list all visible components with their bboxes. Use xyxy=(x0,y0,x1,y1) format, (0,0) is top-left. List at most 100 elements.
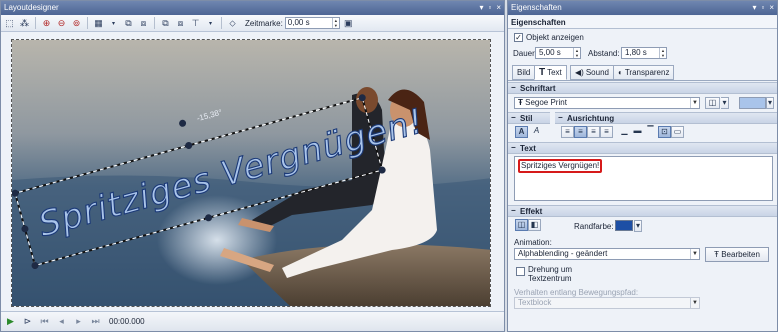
play-icon[interactable]: ▶ xyxy=(4,315,17,328)
panel-close-button[interactable]: × xyxy=(496,1,501,15)
shadow-effect-icon[interactable]: ◧ xyxy=(528,219,541,231)
edit-text-icon: Ŧ xyxy=(714,250,719,259)
animation-select[interactable]: Alphablending - geändert ▼ xyxy=(514,248,700,260)
bewegungspfad-select[interactable]: Textblock ▼ xyxy=(514,297,700,309)
layoutdesigner-panel: Layoutdesigner ▾ ▫ × ⬚ ⁂ ⊕ ⊖ ⊚ ▦ ▾ ⧉ ⧈ ⧉… xyxy=(0,0,505,332)
bearbeiten-button[interactable]: Ŧ Bearbeiten xyxy=(705,247,769,262)
select-tool-icon[interactable]: ⬚ xyxy=(3,17,16,30)
valign-middle-icon[interactable]: ▬ xyxy=(631,126,644,138)
font-select[interactable]: Ŧ Segoe Print ▼ xyxy=(514,97,700,109)
grid-icon[interactable]: ▦ xyxy=(92,17,105,30)
tab-sound[interactable]: ◀) Sound xyxy=(570,65,614,80)
go-end-icon[interactable]: ⏭ xyxy=(89,315,102,328)
valign-bottom-icon[interactable]: ▔ xyxy=(644,126,657,138)
animation-label: Animation: xyxy=(514,238,552,247)
outline-effect-icon[interactable]: ◫ xyxy=(515,219,528,231)
speaker-icon: ◀) xyxy=(575,68,584,77)
tab-sound-label: Sound xyxy=(585,68,609,77)
save-icon[interactable]: ▣ xyxy=(342,17,355,30)
ausrichtung-header[interactable]: Ausrichtung xyxy=(555,112,777,124)
tab-transparenz[interactable]: ◐ Transparenz xyxy=(613,65,675,80)
animation-select-value: Alphablending - geändert xyxy=(518,249,608,258)
group-icon[interactable]: ⁂ xyxy=(18,17,31,30)
chevron-down-icon: ▼ xyxy=(690,98,699,108)
paste-position-icon[interactable]: ⧈ xyxy=(137,17,150,30)
man-head xyxy=(356,87,378,113)
playback-bar: ▶ ⊳ ⏮ ◂ ▸ ⏭ 00:00.000 xyxy=(1,311,504,331)
bold-button[interactable]: A xyxy=(515,126,528,138)
schriftart-header[interactable]: Schriftart xyxy=(508,82,777,94)
dropdown-arrow-icon[interactable]: ▾ xyxy=(204,17,217,30)
valign-top-icon[interactable]: ▁ xyxy=(618,126,631,138)
objekt-anzeigen-row[interactable]: ✓ Objekt anzeigen xyxy=(514,33,584,42)
distribute-icon[interactable]: ⧈ xyxy=(174,17,187,30)
font-color-picker[interactable] xyxy=(739,97,766,109)
tab-transparenz-label: Transparenz xyxy=(624,68,670,77)
text-section-header[interactable]: Text xyxy=(508,142,777,154)
panel-close-button[interactable]: × xyxy=(769,1,774,15)
layout-canvas[interactable]: -15,38° Spritziges Vergnügen! xyxy=(11,39,491,307)
panel-menu-button[interactable]: ▾ xyxy=(479,1,483,15)
font-select-value: Segoe Print xyxy=(525,98,567,107)
abstand-spinner[interactable]: ▲ ▼ xyxy=(659,48,666,58)
copy-position-icon[interactable]: ⧉ xyxy=(122,17,135,30)
eigenschaften-titlebar: Eigenschaften ▾ ▫ × xyxy=(508,1,777,15)
drehung-checkbox[interactable] xyxy=(516,267,525,276)
stil-header[interactable]: Stil xyxy=(508,112,550,124)
keyframe-icon[interactable]: ⬦ xyxy=(226,17,239,30)
dauer-label: Dauer: xyxy=(513,49,538,58)
bewegungspfad-label: Verhalten entlang Bewegungspfad: xyxy=(514,288,639,297)
tab-text-label: Text xyxy=(547,68,562,77)
chevron-down-icon: ▼ xyxy=(690,298,699,308)
chevron-down-icon[interactable]: ▾ xyxy=(766,97,774,109)
align-center-icon[interactable]: ≡ xyxy=(574,126,587,138)
dropdown-arrow-icon[interactable]: ▾ xyxy=(107,17,120,30)
zoom-fit-icon[interactable]: ⊚ xyxy=(70,17,83,30)
chevron-down-icon[interactable]: ▾ xyxy=(634,220,642,232)
zoom-out-icon[interactable]: ⊖ xyxy=(55,17,68,30)
canvas-image: -15,38° Spritziges Vergnügen! xyxy=(12,40,490,306)
tab-bild[interactable]: Bild xyxy=(512,65,536,80)
objekt-anzeigen-checkbox[interactable]: ✓ xyxy=(514,33,523,42)
eigenschaften-panel: Eigenschaften ▾ ▫ × Eigenschaften ✓ Obje… xyxy=(507,0,778,332)
valign-center-icon[interactable]: ⊡ xyxy=(658,126,671,138)
layoutdesigner-toolbar: ⬚ ⁂ ⊕ ⊖ ⊚ ▦ ▾ ⧉ ⧈ ⧉ ⧈ ⊤ ▾ ⬦ Zeitmarke: 0… xyxy=(1,15,504,32)
eigenschaften-title: Eigenschaften xyxy=(511,3,562,12)
zoom-in-icon[interactable]: ⊕ xyxy=(40,17,53,30)
step-forward-icon[interactable]: ▸ xyxy=(72,315,85,328)
randfarbe-label: Randfarbe: xyxy=(574,222,614,231)
dauer-spinner[interactable]: ▲ ▼ xyxy=(573,48,580,58)
align-right-icon[interactable]: ≡ xyxy=(587,126,600,138)
italic-button[interactable]: A xyxy=(530,126,543,138)
dauer-input[interactable]: 5,00 s ▲ ▼ xyxy=(535,47,581,59)
go-start-icon[interactable]: ⏮ xyxy=(38,315,51,328)
chevron-down-icon[interactable]: ▾ xyxy=(721,97,729,109)
zeitmarke-label: Zeitmarke: xyxy=(245,18,283,28)
layoutdesigner-title: Layoutdesigner xyxy=(4,3,59,12)
text-editor-content[interactable]: Spritziges Vergnügen! xyxy=(518,159,603,173)
abstand-input[interactable]: 1,80 s ▲ ▼ xyxy=(621,47,667,59)
drehung-label-line2: Textzentrum xyxy=(528,274,572,283)
effekt-header[interactable]: Effekt xyxy=(508,205,777,217)
align-icon[interactable]: ⧉ xyxy=(159,17,172,30)
bewegungspfad-select-value: Textblock xyxy=(518,298,552,307)
randfarbe-picker[interactable] xyxy=(615,220,633,231)
layout-icon[interactable]: ⊤ xyxy=(189,17,202,30)
panel-float-button[interactable]: ▫ xyxy=(761,1,764,15)
properties-header: Eigenschaften xyxy=(508,16,777,29)
tab-text[interactable]: T Text xyxy=(534,65,567,80)
text-editor[interactable]: Spritziges Vergnügen! xyxy=(514,156,773,201)
abstand-label: Abstand: xyxy=(588,49,620,58)
align-left-icon[interactable]: ≡ xyxy=(561,126,574,138)
panel-float-button[interactable]: ▫ xyxy=(488,1,491,15)
tabs-baseline xyxy=(508,80,777,81)
panel-menu-button[interactable]: ▾ xyxy=(752,1,756,15)
play-from-icon[interactable]: ⊳ xyxy=(21,315,34,328)
fit-box-icon[interactable]: ▭ xyxy=(671,126,684,138)
zeitmarke-spinner[interactable]: ▲ ▼ xyxy=(331,18,339,28)
font-size-icon[interactable]: ◫ xyxy=(705,97,720,109)
drehung-label-line1: Drehung um xyxy=(528,265,573,274)
step-back-icon[interactable]: ◂ xyxy=(55,315,68,328)
align-justify-icon[interactable]: ≡ xyxy=(600,126,613,138)
zeitmarke-input[interactable]: 0,00 s ▲ ▼ xyxy=(284,17,340,29)
